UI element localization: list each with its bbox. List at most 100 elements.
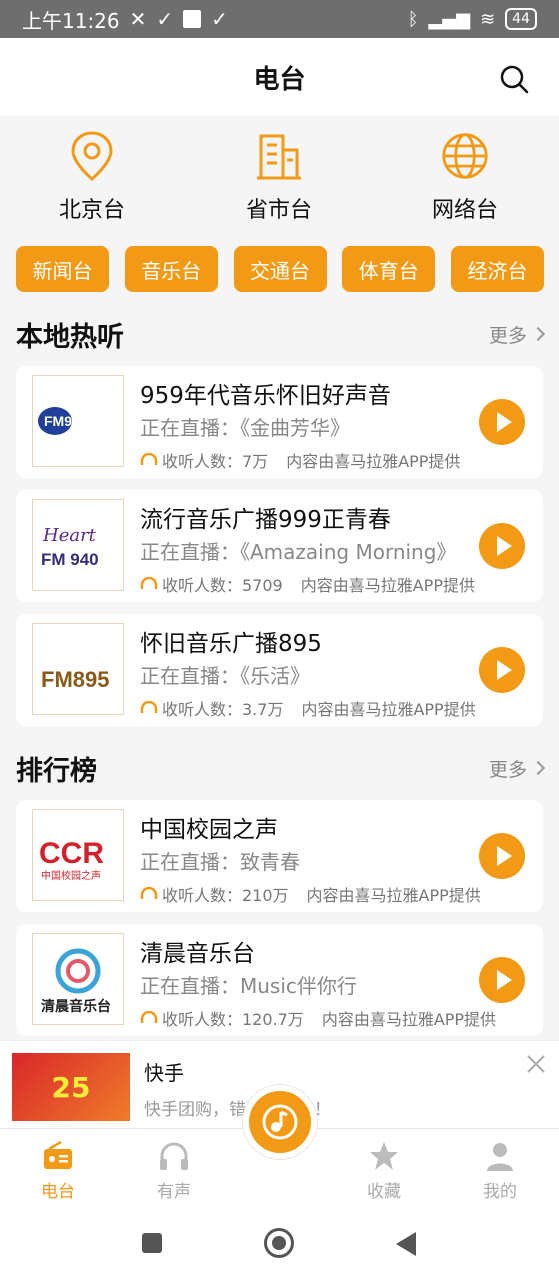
nav-label: 电台	[41, 1182, 75, 1202]
play-button[interactable]	[479, 957, 525, 1003]
station-logo: Heart FM 940	[32, 499, 124, 591]
listener-count: 收听人数：120.7万	[162, 1010, 304, 1029]
station-logo-text: CCR	[39, 837, 104, 870]
bluetooth-icon: ᛒ	[407, 8, 419, 30]
station-name: 中国校园之声	[140, 817, 278, 843]
recent-apps-icon[interactable]	[142, 1233, 162, 1253]
content-source: 内容由喜马拉雅APP提供	[306, 886, 481, 905]
station-logo: CCR 中国校园之声	[32, 809, 124, 901]
station-live: 正在直播：《金曲芳华》	[140, 416, 350, 440]
headphone-icon	[140, 577, 158, 589]
station-live: 正在直播：Music伴你行	[140, 974, 357, 998]
check-icon: ✓	[156, 7, 174, 31]
station-name: 959年代音乐怀旧好声音	[140, 383, 391, 409]
nav-favorites[interactable]: 收藏	[344, 1139, 424, 1202]
more-label: 更多	[488, 324, 527, 347]
nav-label: 我的	[483, 1182, 517, 1202]
station-logo-text: FM95.9	[44, 413, 92, 429]
station-meta: 收听人数：210万 内容由喜马拉雅APP提供	[140, 882, 481, 906]
station-logo: FM95.9	[32, 375, 124, 467]
play-button[interactable]	[479, 833, 525, 879]
play-button[interactable]	[479, 399, 525, 445]
more-label: 更多	[488, 758, 527, 781]
system-nav-bar	[0, 1208, 559, 1280]
ad-title: 快手	[144, 1061, 184, 1085]
search-icon[interactable]	[499, 64, 529, 94]
station-card[interactable]: Heart FM 940 流行音乐广播999正青春 正在直播：《Amazaing…	[16, 490, 543, 602]
close-icon[interactable]	[525, 1053, 547, 1075]
signal-icon: ▂▄▆	[428, 8, 471, 30]
station-name: 清晨音乐台	[140, 941, 255, 967]
nav-mine[interactable]: 我的	[460, 1139, 540, 1202]
region-network[interactable]: 网络台	[400, 130, 530, 224]
category-chips: 新闻台 音乐台 交通台 体育台 经济台	[16, 246, 544, 292]
listener-count: 收听人数：5709	[162, 576, 283, 595]
headphone-icon	[140, 887, 158, 899]
station-card[interactable]: FM895 怀旧音乐广播895 正在直播：《乐活》 收听人数：3.7万 内容由喜…	[16, 614, 543, 726]
chip-sports[interactable]: 体育台	[342, 246, 436, 292]
home-icon[interactable]	[264, 1228, 294, 1258]
station-logo-text: 清晨音乐台	[41, 998, 111, 1015]
station-meta: 收听人数：7万 内容由喜马拉雅APP提供	[140, 448, 460, 472]
play-button[interactable]	[479, 523, 525, 569]
notification-icon	[183, 10, 202, 28]
play-button[interactable]	[479, 647, 525, 693]
content-source: 内容由喜马拉雅APP提供	[286, 452, 461, 471]
nav-audio[interactable]: 有声	[134, 1139, 214, 1202]
chip-news[interactable]: 新闻台	[16, 246, 109, 292]
station-card[interactable]: 清晨音乐台 清晨音乐台 正在直播：Music伴你行 收听人数：120.7万 内容…	[16, 924, 543, 1036]
section-title: 排行榜	[16, 755, 97, 787]
nav-label: 收藏	[367, 1182, 401, 1202]
more-link[interactable]: 更多	[488, 755, 546, 782]
station-meta: 收听人数：5709 内容由喜马拉雅APP提供	[140, 572, 475, 596]
region-beijing[interactable]: 北京台	[27, 130, 157, 224]
station-live: 正在直播：《乐活》	[140, 664, 310, 688]
region-label: 网络台	[431, 198, 498, 223]
region-province[interactable]: 省市台	[214, 130, 344, 224]
chevron-right-icon	[530, 326, 546, 342]
check-icon: ✓	[211, 7, 228, 31]
chip-music[interactable]: 音乐台	[124, 246, 218, 292]
svg-text:Heart: Heart	[42, 525, 97, 546]
station-name: 怀旧音乐广播895	[140, 631, 322, 657]
region-label: 省市台	[245, 198, 312, 223]
back-icon[interactable]	[396, 1232, 416, 1256]
listener-count: 收听人数：3.7万	[162, 700, 284, 719]
chevron-right-icon	[530, 760, 546, 776]
region-label: 北京台	[58, 198, 125, 223]
listener-count: 收听人数：7万	[162, 452, 269, 471]
station-meta: 收听人数：3.7万 内容由喜马拉雅APP提供	[140, 696, 476, 720]
station-card[interactable]: CCR 中国校园之声 中国校园之声 正在直播：致青春 收听人数：210万 内容由…	[16, 800, 543, 912]
now-playing-button[interactable]	[243, 1085, 317, 1159]
building-icon	[257, 134, 301, 180]
ad-thumb-text: 25	[51, 1070, 91, 1104]
listener-count: 收听人数：210万	[162, 886, 289, 905]
section-ranking: 排行榜 更多	[16, 748, 546, 788]
station-live: 正在直播：《Amazaing Morning》	[140, 540, 457, 564]
page-title: 电台	[253, 64, 306, 95]
station-live: 正在直播：致青春	[140, 850, 300, 874]
status-time: 上午11:26	[22, 8, 120, 33]
globe-icon	[442, 133, 488, 179]
nav-label: 有声	[157, 1182, 191, 1202]
more-link[interactable]: 更多	[488, 321, 546, 348]
station-meta: 收听人数：120.7万 内容由喜马拉雅APP提供	[140, 1006, 496, 1030]
headphones-icon	[160, 1142, 188, 1170]
ad-thumbnail: 25	[12, 1053, 130, 1121]
station-logo: 清晨音乐台	[32, 933, 124, 1025]
nav-radio[interactable]: 电台	[18, 1139, 98, 1202]
chip-economy[interactable]: 经济台	[451, 246, 544, 292]
star-icon	[370, 1142, 398, 1170]
headphone-icon	[140, 453, 158, 465]
radio-icon	[44, 1140, 72, 1169]
wifi-icon: ≋	[480, 8, 496, 30]
chip-traffic[interactable]: 交通台	[233, 246, 327, 292]
mute-icon: ✕	[129, 7, 147, 31]
section-title: 本地热听	[16, 321, 124, 353]
headphone-icon	[140, 1011, 158, 1023]
location-pin-icon	[71, 131, 113, 181]
content-source: 内容由喜马拉雅APP提供	[301, 700, 476, 719]
app-header: 电台	[0, 38, 559, 116]
headphone-icon	[140, 701, 158, 713]
station-card[interactable]: FM95.9 959年代音乐怀旧好声音 正在直播：《金曲芳华》 收听人数：7万 …	[16, 366, 543, 478]
